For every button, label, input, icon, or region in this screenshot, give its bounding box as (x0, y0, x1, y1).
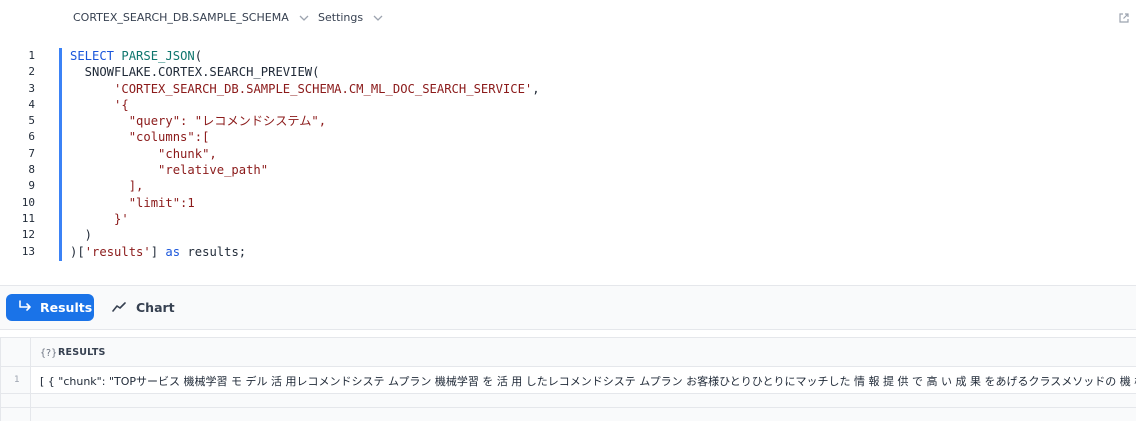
code-token: }' (70, 211, 129, 226)
code-token: ], (70, 179, 144, 194)
code-token: , (532, 81, 540, 96)
line-number: 8 (28, 163, 35, 177)
chevron-down-icon (299, 15, 309, 21)
code-line[interactable]: SELECT PARSE_JSON( (70, 48, 540, 64)
code-token: SNOWFLAKE.CORTEX.SEARCH_PREVIEW( (70, 65, 320, 80)
code-token: "chunk", (70, 146, 217, 161)
line-number-gutter: 1 2 3 4 5 6 7 8 9 10 11 12 13 (0, 48, 40, 260)
grid-line (0, 366, 1136, 367)
code-token: PARSE_JSON (121, 49, 195, 63)
results-grid: {?} RESULTS 1 [ { "chunk": "TOPサービス 機械学習… (0, 337, 1136, 421)
code-token: as (165, 244, 181, 259)
code-token: ] (150, 244, 166, 259)
open-external-icon[interactable] (1118, 9, 1130, 28)
code-token: 'CORTEX_SEARCH_DB.SAMPLE_SCHEMA.CM_ML_DO… (114, 81, 533, 96)
result-cell[interactable]: [ { "chunk": "TOPサービス 機械学習 モ デル 活 用レコメンド… (40, 373, 1136, 389)
grid-top-border (0, 329, 1136, 330)
active-statement-marker (59, 48, 62, 261)
line-number: 3 (28, 81, 35, 95)
code-token: 'results' (84, 244, 151, 259)
sql-editor[interactable]: 1 2 3 4 5 6 7 8 9 10 11 12 13 SELECT PARSE_JSON( SNO… (0, 44, 1136, 274)
line-number: 12 (21, 228, 35, 242)
line-number: 9 (28, 179, 35, 193)
editor-toolbar: CORTEX_SEARCH_DB.SAMPLE_SCHEMA Settings (0, 0, 1136, 36)
code-line[interactable]: "chunk", (70, 146, 540, 162)
line-number: 7 (28, 146, 35, 160)
code-area[interactable]: SELECT PARSE_JSON( SNOWFLAKE.CORTEX.SEAR… (70, 48, 540, 260)
grid-line (0, 407, 1136, 408)
code-line[interactable]: 'CORTEX_SEARCH_DB.SAMPLE_SCHEMA.CM_ML_DO… (70, 81, 540, 97)
code-token: )[ (70, 244, 85, 259)
column-header-results[interactable]: RESULTS (58, 347, 106, 358)
code-token: ( (194, 49, 203, 63)
code-token: ) (70, 228, 93, 243)
line-number: 1 (28, 49, 35, 62)
tab-results-label: Results (40, 300, 93, 315)
line-chart-icon (112, 300, 126, 315)
code-line[interactable]: ], (70, 178, 540, 194)
row-number: 1 (14, 375, 20, 385)
tab-results[interactable]: Results (6, 294, 94, 321)
code-line[interactable]: '{ (70, 97, 540, 113)
code-line[interactable]: "columns":[ (70, 129, 540, 145)
settings-label: Settings (318, 11, 364, 24)
code-line[interactable]: "limit":1 (70, 195, 540, 211)
tab-chart[interactable]: Chart (112, 294, 175, 321)
grid-line (0, 337, 1136, 338)
settings-dropdown[interactable]: Settings (318, 11, 383, 24)
results-arrow-icon (18, 300, 32, 315)
code-token: "relative_path" (70, 163, 269, 178)
code-line[interactable]: ) (70, 227, 540, 243)
line-number: 4 (28, 97, 35, 111)
code-token: "columns":[ (70, 130, 210, 145)
line-number: 10 (21, 195, 35, 209)
line-number: 13 (21, 244, 35, 258)
code-token: "limit":1 (70, 195, 195, 210)
line-number: 11 (21, 211, 35, 225)
tab-chart-label: Chart (136, 300, 175, 315)
code-line[interactable]: }' (70, 211, 540, 227)
line-number: 6 (28, 130, 35, 144)
code-line[interactable]: )['results'] as results; (70, 244, 540, 260)
code-token: "query": "レコメンドシステム", (70, 114, 327, 129)
code-line[interactable]: "relative_path" (70, 162, 540, 178)
context-selector[interactable]: CORTEX_SEARCH_DB.SAMPLE_SCHEMA (73, 11, 309, 24)
code-token: results; (180, 244, 247, 259)
line-number: 2 (28, 65, 35, 79)
variant-type-icon: {?} (40, 348, 58, 359)
code-token: '{ (114, 97, 129, 112)
grid-line (0, 393, 1136, 394)
line-number: 5 (28, 114, 35, 128)
context-label: CORTEX_SEARCH_DB.SAMPLE_SCHEMA (73, 11, 289, 24)
code-line[interactable]: "query": "レコメンドシステム", (70, 113, 540, 129)
chevron-down-icon (373, 15, 383, 21)
code-token: SELECT (70, 49, 115, 63)
code-line[interactable]: SNOWFLAKE.CORTEX.SEARCH_PREVIEW( (70, 64, 540, 80)
